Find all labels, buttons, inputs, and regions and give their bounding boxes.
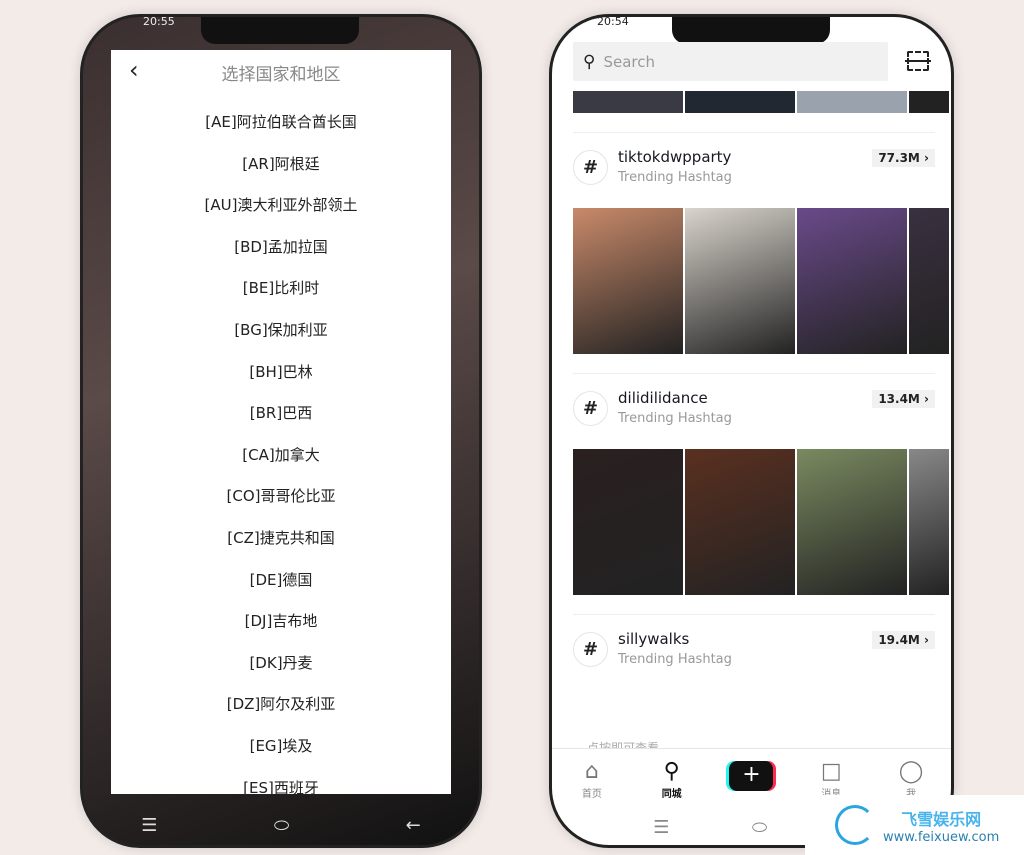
country-item[interactable]: [BD]孟加拉国	[111, 227, 451, 269]
video-thumbnail[interactable]	[685, 208, 795, 354]
hint-text: 点按即可查看	[587, 741, 660, 748]
plus-icon: +	[729, 761, 774, 791]
notch	[672, 17, 830, 44]
video-thumbnail[interactable]	[909, 208, 949, 354]
hashtag-row[interactable]: # tiktokdwpparty Trending Hashtag 77.3M …	[573, 148, 935, 188]
country-item[interactable]: [BE]比利时	[111, 268, 451, 310]
hashtag-name: sillywalks	[618, 630, 690, 648]
view-count: 19.4M	[878, 633, 920, 647]
country-item[interactable]: [BR]巴西	[111, 393, 451, 435]
search-placeholder: Search	[603, 52, 655, 71]
modal-title: 选择国家和地区	[221, 65, 341, 85]
watermark: 飞雪娱乐网 www.feixuew.com	[805, 795, 1024, 855]
tab-search[interactable]: ⚲ 同城	[642, 759, 702, 808]
message-icon: □	[820, 759, 842, 784]
search-icon: ⚲	[583, 51, 596, 72]
right-phone: 20:54 ⚲ Search # tiktokdwpparty Trending…	[549, 14, 954, 848]
hashtag-subtitle: Trending Hashtag	[618, 652, 732, 667]
hashtag-name: dilidilidance	[618, 389, 708, 407]
scan-icon[interactable]	[905, 51, 931, 71]
tab-home[interactable]: ⌂ 首页	[562, 759, 622, 808]
home-icon: ⌂	[584, 759, 599, 784]
search-icon: ⚲	[663, 759, 680, 784]
view-count-badge[interactable]: 77.3M ›	[872, 149, 935, 167]
system-nav: ☰ ⬭ ←	[83, 805, 479, 845]
hashtag-icon: #	[573, 150, 608, 185]
country-item[interactable]: [CA]加拿大	[111, 435, 451, 477]
country-item[interactable]: [DZ]阿尔及利亚	[111, 684, 451, 726]
country-item[interactable]: [EG]埃及	[111, 726, 451, 768]
hashtag-row[interactable]: # dilidilidance Trending Hashtag 13.4M ›	[573, 389, 935, 429]
video-thumbnail[interactable]	[573, 449, 683, 595]
search-input[interactable]: ⚲ Search	[573, 42, 888, 81]
view-count: 13.4M	[878, 392, 920, 406]
thumbnail[interactable]	[909, 91, 949, 113]
video-thumbnail[interactable]	[573, 208, 683, 354]
country-item[interactable]: [ES]西班牙	[111, 768, 451, 810]
country-item[interactable]: [DE]德国	[111, 560, 451, 602]
thumbnail[interactable]	[685, 91, 795, 113]
video-thumbnails	[573, 208, 949, 354]
country-item[interactable]: [DK]丹麦	[111, 643, 451, 685]
back-icon[interactable]: ←	[406, 815, 421, 836]
video-thumbnail[interactable]	[685, 449, 795, 595]
country-item[interactable]: [BH]巴林	[111, 352, 451, 394]
hashtag-subtitle: Trending Hashtag	[618, 411, 732, 426]
video-thumbnail[interactable]	[797, 208, 907, 354]
hashtag-icon: #	[573, 632, 608, 667]
hashtag-row[interactable]: # sillywalks Trending Hashtag 19.4M ›	[573, 630, 935, 670]
status-time: 20:55	[143, 15, 175, 28]
country-list: [AE]阿拉伯联合酋长国 [AR]阿根廷 [AU]澳大利亚外部领土 [BD]孟加拉国[…	[111, 102, 451, 809]
watermark-title: 飞雪娱乐网	[901, 809, 982, 829]
video-thumbnail[interactable]	[909, 449, 949, 595]
view-count-badge[interactable]: 19.4M ›	[872, 631, 935, 649]
video-thumbnail[interactable]	[797, 449, 907, 595]
left-phone: 20:55 ‹ 选择国家和地区 [AE]阿拉伯联合酋长国 [AR]阿根廷 [AU]澳…	[80, 14, 482, 848]
status-time: 20:54	[597, 15, 629, 28]
home-button-icon[interactable]: ⬭	[274, 815, 289, 836]
country-item[interactable]: [BG]保加利亚	[111, 310, 451, 352]
country-item[interactable]: [CZ]捷克共和国	[111, 518, 451, 560]
country-picker-modal: ‹ 选择国家和地区 [AE]阿拉伯联合酋长国 [AR]阿根廷 [AU]澳大利亚外部领…	[111, 50, 451, 797]
country-item[interactable]: [CO]哥哥伦比亚	[111, 476, 451, 518]
profile-icon: ◯	[898, 759, 924, 784]
tab-label: 首页	[581, 789, 602, 800]
video-thumbnails	[573, 449, 949, 595]
menu-icon[interactable]: ☰	[653, 817, 669, 838]
hashtag-icon: #	[573, 391, 608, 426]
home-button-icon[interactable]: ⬭	[752, 817, 767, 838]
hashtag-subtitle: Trending Hashtag	[618, 170, 732, 185]
hashtag-name: tiktokdwpparty	[618, 148, 732, 166]
menu-icon[interactable]: ☰	[141, 815, 157, 836]
watermark-url: www.feixuew.com	[883, 829, 1000, 845]
country-item[interactable]: [AU]澳大利亚外部领土	[111, 185, 451, 227]
country-item[interactable]: [AE]阿拉伯联合酋长国	[111, 102, 451, 144]
notch	[201, 17, 359, 44]
tab-label: 同城	[661, 789, 682, 800]
tab-plus[interactable]: +	[721, 759, 781, 808]
view-count-badge[interactable]: 13.4M ›	[872, 390, 935, 408]
country-item[interactable]: [AR]阿根廷	[111, 144, 451, 186]
thumbnail[interactable]	[573, 91, 683, 113]
image-strip	[573, 91, 949, 113]
thumbnail[interactable]	[797, 91, 907, 113]
country-item[interactable]: [DJ]吉布地	[111, 601, 451, 643]
watermark-logo-icon	[835, 805, 875, 845]
view-count: 77.3M	[878, 151, 920, 165]
